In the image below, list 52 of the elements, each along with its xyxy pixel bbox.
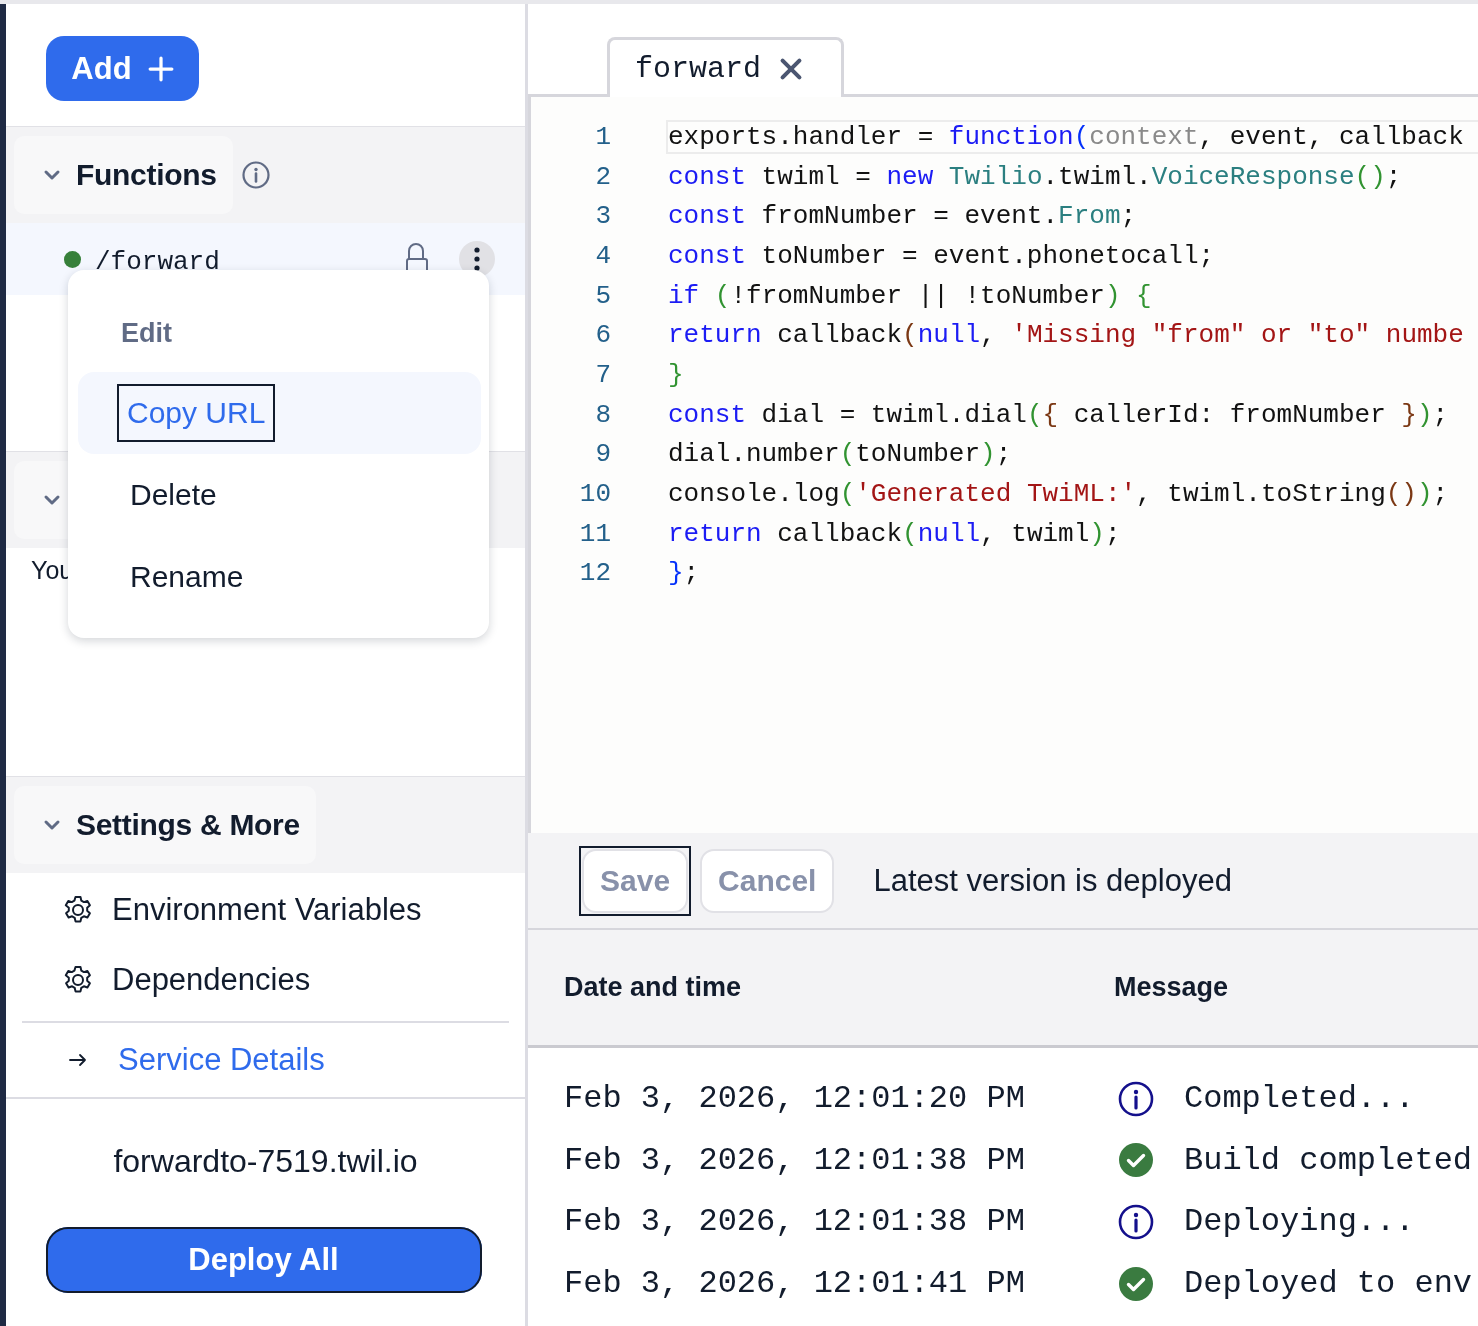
function-path: /forward [95,247,220,277]
domain-text: forwardto-7519.twil.io [113,1143,418,1181]
table-cell-text: Feb 3, 2026, 12:01:41 PM [563,1265,1026,1303]
code-line: console.log('Generated TwiML:', twiml.toString()); [668,479,1450,510]
column-header: Message [1114,972,1229,1003]
column-header: Date and time [563,972,743,1003]
code-line: const toNumber = event.phonetocall; [668,240,1216,271]
info-icon[interactable] [240,160,271,190]
code-line: const twiml = new Twilio.twiml.VoiceResponse(); [668,161,1403,192]
deploy-all-button[interactable]: Deploy All [45,1227,482,1293]
code-line: exports.handler = function(context, event, callback [668,121,1478,152]
line-number: 9 [594,439,611,470]
table-cell-text: Feb 3, 2026, 12:01:38 PM [563,1203,1026,1241]
code-line: return callback(null, 'Missing "from" or "to" numbe [668,320,1465,351]
table-cell: Deploying... [1184,1203,1415,1241]
table-cell: Completed... [1184,1080,1415,1118]
section-title: Settings & More [76,808,300,842]
add-button[interactable]: Add [46,36,199,101]
line-number: 12 [578,558,611,589]
code-line: }; [668,558,701,589]
line-number: 2 [594,161,611,192]
table-cell: Build completed [1184,1141,1473,1179]
code-line: dial.number(toNumber); [668,439,1013,470]
line-number: 1 [594,121,611,152]
table-cell-text: Feb 3, 2026, 12:01:38 PM [563,1141,1026,1179]
table-cell: Deployed to env [1184,1265,1473,1303]
table-cell-text: Feb 3, 2026, 12:01:20 PM [563,1080,1026,1118]
editor-tab[interactable]: forward [607,37,844,97]
line-number: 6 [594,320,611,351]
line-number: 10 [578,479,611,510]
line-number: 8 [594,399,611,430]
more-icon [474,247,480,271]
line-number: 11 [578,518,611,549]
menu-item[interactable]: Rename [130,560,244,594]
menu-item[interactable]: Dependencies [112,962,311,998]
close-icon[interactable] [779,56,804,81]
code-line: } [668,359,685,390]
section-title: Functions [76,158,217,192]
line-number: 5 [594,280,611,311]
menu-item[interactable]: Environment Variables [112,892,422,928]
line-number: 3 [594,201,611,232]
code-line: const fromNumber = event.From; [668,201,1138,232]
plus-icon [147,55,174,82]
code-editor[interactable] [528,97,1478,833]
code-line: if (!fromNumber || !toNumber) { [668,280,1153,311]
code-line: const dial = twiml.dial({ callerId: fromNumber }); [668,399,1450,430]
line-number: 7 [594,359,611,390]
line-number: 4 [594,240,611,271]
code-line: return callback(null, twiml); [668,518,1122,549]
menu-item[interactable]: Delete [130,478,217,512]
service-details-link[interactable]: Service Details [118,1042,325,1078]
status-text: Latest version is deployed [873,862,1232,899]
